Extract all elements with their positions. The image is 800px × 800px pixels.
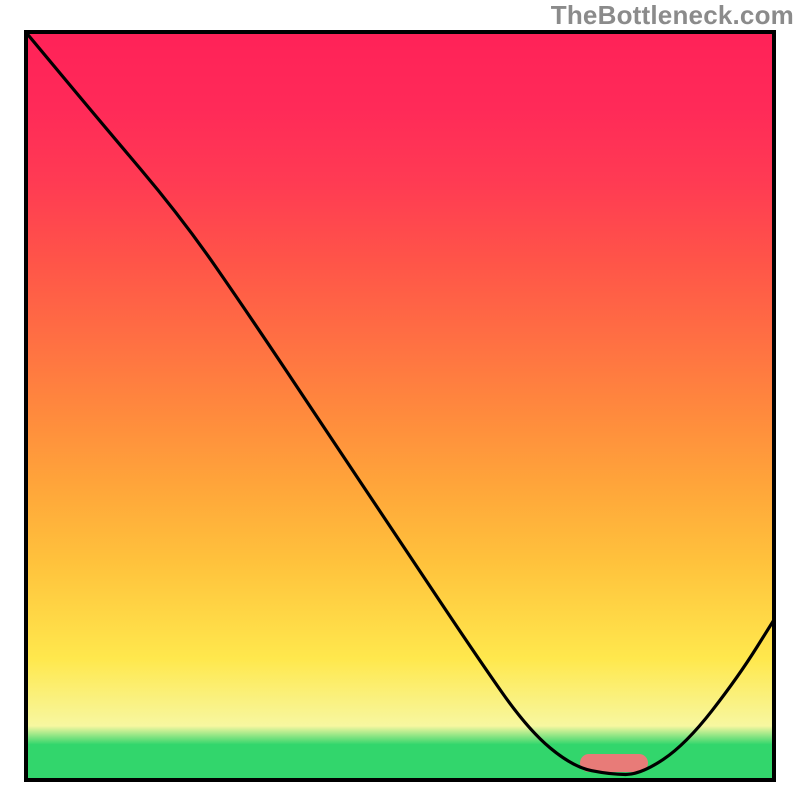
gradient-panel <box>24 30 776 782</box>
chart-stage: TheBottleneck.com <box>0 0 800 800</box>
plot-area <box>24 30 776 782</box>
highlight-marker <box>580 754 648 772</box>
watermark-text: TheBottleneck.com <box>551 0 794 31</box>
